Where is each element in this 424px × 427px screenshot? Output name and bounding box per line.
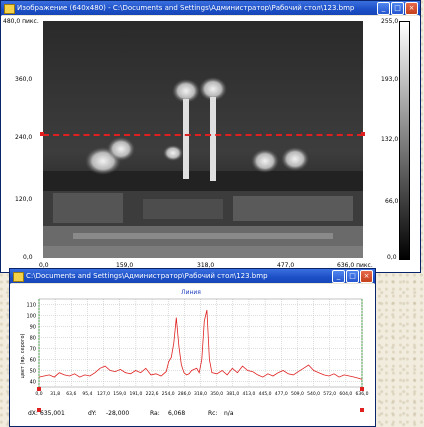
x-tick-label: 222,6 [146, 391, 159, 397]
x-tick-label: 127,0 [97, 391, 110, 397]
y-tick-label: 110 [26, 303, 36, 309]
image-y-tick: 0,0 [23, 254, 33, 261]
image-plot-area: 480,0 пикс. 360,0 240,0 120,0 0,0 0,0 15… [1, 16, 420, 272]
x-tick-label: 95,4 [82, 391, 92, 397]
x-tick-label: 318,0 [194, 391, 207, 397]
profile-line-end-marker[interactable] [361, 132, 365, 136]
chart-x-ticks: 0,0 31,8 63,6 95,4 127,0 159,0 191,0 222,6 254,0… [35, 391, 368, 397]
x-tick-label: 350,0 [210, 391, 223, 397]
minimize-button[interactable]: _ [332, 270, 345, 283]
minimize-button[interactable]: _ [377, 2, 390, 15]
image-y-tick: 240,0 [15, 134, 33, 141]
close-button[interactable]: × [360, 270, 373, 283]
image-window[interactable]: Изображение (640x480) - C:\Documents and… [0, 0, 421, 273]
profile-line[interactable] [43, 134, 363, 136]
profile-line-start-marker[interactable] [40, 132, 44, 136]
x-tick-label: 254,0 [162, 391, 175, 397]
dx-value: 635,001 [40, 410, 65, 417]
y-tick-label: 50 [30, 369, 36, 375]
ra-value: 6,068 [168, 410, 186, 417]
colorbar-tick: 193,0 [381, 76, 399, 83]
colorbar [399, 21, 410, 260]
maximize-button[interactable]: □ [391, 2, 404, 15]
app-icon [4, 4, 15, 14]
x-tick-label: 413,0 [243, 391, 256, 397]
x-tick-label: 604,0 [339, 391, 352, 397]
y-tick-label: 70 [30, 347, 36, 353]
x-tick-label: 191,0 [129, 391, 142, 397]
x-tick-label: 477,0 [275, 391, 288, 397]
profile-window-title: C:\Documents and Settings\Администратор\… [26, 272, 268, 280]
ra-label: Ra: [150, 410, 160, 417]
colorbar-tick: 132,0 [381, 136, 399, 143]
rc-label: Rc: [208, 410, 218, 417]
y-tick-label: 40 [30, 380, 36, 386]
y-tick-label: 90 [30, 325, 36, 331]
x-tick-label: 31,8 [50, 391, 60, 397]
thermal-image[interactable] [43, 21, 363, 258]
x-tick-label: 636,0 [356, 391, 369, 397]
x-tick-label: 509,0 [291, 391, 304, 397]
chart-y-ticks: 110 100 90 80 70 60 50 40 [26, 303, 36, 386]
chart-ylabel: цвет (яр. серого) [20, 333, 26, 378]
dy-value: -28,000 [106, 410, 130, 417]
profile-plot-area: 110 100 90 80 70 60 50 40 0,0 31,8 63,6 95,4 127,0 1… [10, 284, 375, 426]
x-tick-label: 540,0 [307, 391, 320, 397]
colorbar-tick: 0,0 [387, 254, 397, 261]
image-window-title: Изображение (640x480) - C:\Documents and… [17, 4, 355, 12]
chart-legend: Линия [181, 289, 201, 296]
profile-window-titlebar[interactable]: C:\Documents and Settings\Администратор\… [10, 269, 375, 283]
profile-window[interactable]: C:\Documents and Settings\Администратор\… [9, 268, 376, 427]
close-button[interactable]: × [405, 2, 418, 15]
image-y-tick: 480,0 пикс. [3, 18, 39, 25]
x-tick-label: 286,0 [178, 391, 191, 397]
profile-chart[interactable]: 110100908070605040 0,0 31,8 63,6 95,4 127,0 1… [10, 284, 373, 424]
colorbar-tick: 66,0 [385, 198, 399, 205]
x-tick-label: 159,0 [113, 391, 126, 397]
x-tick-label: 445,0 [259, 391, 272, 397]
chart-left-handle [37, 387, 41, 391]
colorbar-tick: 255,0 [381, 18, 399, 25]
dx-label: dX: [28, 410, 38, 417]
image-y-tick: 360,0 [15, 76, 33, 83]
chart-grid [38, 298, 363, 388]
x-tick-label: 572,0 [323, 391, 336, 397]
y-tick-label: 80 [30, 336, 36, 342]
app-icon [13, 272, 24, 282]
image-y-tick: 120,0 [15, 196, 33, 203]
rc-value: n/a [224, 410, 234, 417]
x-tick-label: 0,0 [35, 391, 42, 397]
image-window-titlebar[interactable]: Изображение (640x480) - C:\Documents and… [1, 1, 420, 15]
y-tick-label: 60 [30, 358, 36, 364]
x-tick-label: 63,6 [66, 391, 76, 397]
x-tick-label: 381,0 [226, 391, 239, 397]
maximize-button[interactable]: □ [346, 270, 359, 283]
chart-series-line [38, 309, 363, 380]
y-tick-label: 100 [26, 314, 36, 320]
chart-right-handle [360, 387, 364, 391]
chart-right-handle-bottom [360, 408, 364, 412]
dy-label: dY: [88, 410, 97, 417]
